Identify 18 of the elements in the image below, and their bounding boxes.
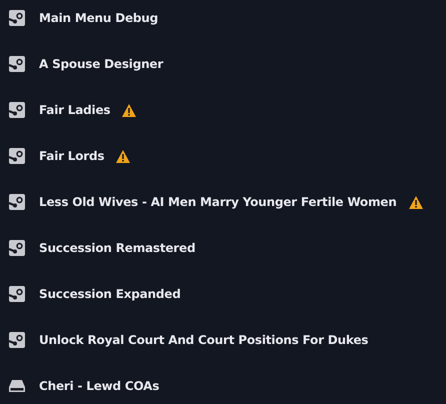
mod-name: A Spouse Designer bbox=[39, 57, 164, 71]
mod-name: Less Old Wives - AI Men Marry Younger Fertile Women bbox=[39, 195, 397, 209]
mod-name: Main Menu Debug bbox=[39, 11, 158, 25]
steam-logo-icon bbox=[9, 286, 25, 302]
steam-logo-icon bbox=[9, 194, 25, 210]
mod-name: Cheri - Lewd COAs bbox=[39, 379, 160, 393]
mod-name: Unlock Royal Court And Court Positions For Dukes bbox=[39, 333, 368, 347]
steam-logo-icon bbox=[9, 240, 25, 256]
mod-name: Fair Lords bbox=[39, 149, 104, 163]
steam-logo-icon bbox=[9, 102, 25, 118]
steam-logo-icon bbox=[9, 332, 25, 348]
mod-name: Succession Remastered bbox=[39, 241, 196, 255]
hard-drive-icon bbox=[9, 379, 25, 393]
steam-logo-icon bbox=[9, 56, 25, 72]
mod-name: Succession Expanded bbox=[39, 287, 181, 301]
mod-name: Fair Ladies bbox=[39, 103, 110, 117]
steam-logo-icon bbox=[9, 148, 25, 164]
steam-logo-icon bbox=[9, 10, 25, 26]
